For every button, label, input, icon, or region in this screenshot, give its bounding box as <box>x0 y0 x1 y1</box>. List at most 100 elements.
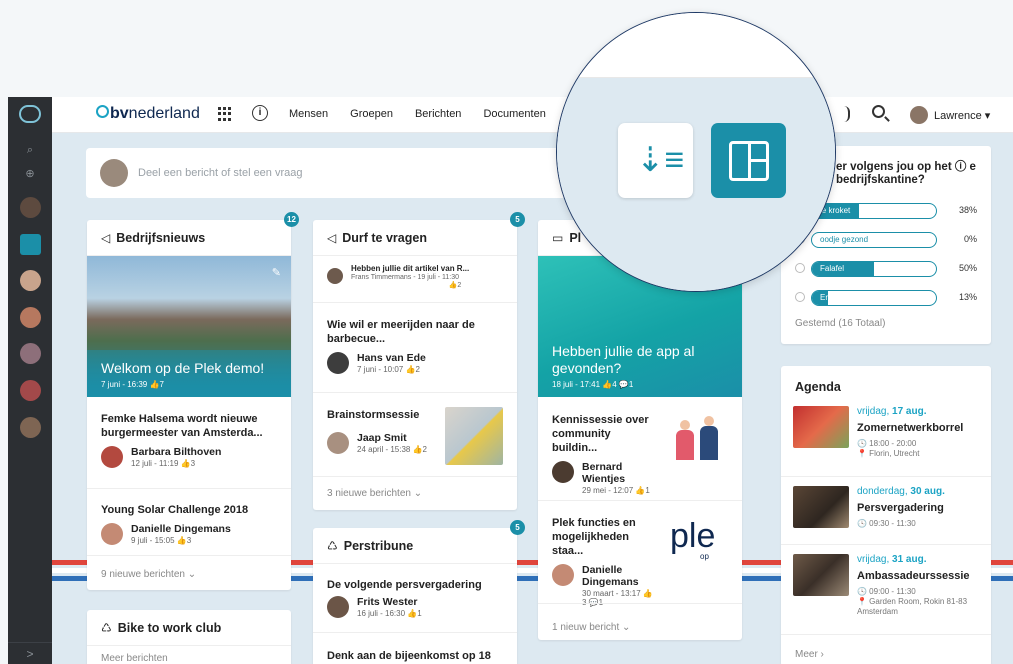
unread-badge: 5 <box>510 212 525 227</box>
author-name: Bernard Wientjes <box>582 461 626 485</box>
poll-radio[interactable] <box>795 292 805 302</box>
group-icon: ♺ <box>101 620 112 635</box>
list-item[interactable]: Kennissessie over community buildin... B… <box>538 413 668 495</box>
rail-avatar-6[interactable] <box>20 417 41 438</box>
main-content: Deel een bericht of stel een vraag 12 ◁ B… <box>52 133 1013 664</box>
like-count: 👍2 <box>448 282 462 289</box>
list-item[interactable]: Hebben jullie dit artikel van R... Frans… <box>313 264 517 289</box>
avatar <box>552 461 574 483</box>
hero-title: Welkom op de Plek demo! <box>101 360 265 376</box>
item-title: Hebben jullie dit artikel van R... <box>351 264 470 273</box>
card-header[interactable]: ♺ Perstribune <box>313 528 517 564</box>
rail-avatar-2[interactable] <box>20 270 41 291</box>
sort-order-button[interactable]: ⇣≡ <box>618 123 693 198</box>
hero-meta: 18 juli - 17:41 👍4 💬1 <box>552 380 634 389</box>
list-item[interactable]: Plek functies en mogelijkheden staa... D… <box>538 516 668 607</box>
add-icon[interactable]: ⊕ <box>22 167 38 181</box>
info-icon[interactable]: i <box>252 105 268 121</box>
event-title: Ambassadeurssessie <box>857 570 970 582</box>
avatar <box>101 446 123 468</box>
post-thumbnail[interactable] <box>445 407 503 465</box>
brand-mark-icon <box>96 104 109 118</box>
author-meta: 16 juli - 16:30 👍1 <box>357 609 422 618</box>
item-title: Kennissessie over community buildin... <box>552 414 649 454</box>
plek-logo-thumbnail[interactable]: ple op <box>670 516 736 564</box>
rail-group-icon[interactable] <box>20 234 41 255</box>
nav-groepen[interactable]: Groepen <box>350 108 393 120</box>
notification-icon[interactable] <box>842 106 850 122</box>
event-title: Persvergadering <box>857 502 944 514</box>
author-name: Barbara Bilthoven <box>131 446 222 458</box>
author-meta: 30 maart - 13:17 👍 3 💬1 <box>582 589 653 607</box>
news-card: 12 ◁ Bedrijfsnieuws Welkom op de Plek dem… <box>87 212 299 590</box>
user-menu[interactable]: Lawrence ▾ <box>910 106 990 124</box>
poll-percentage: 38% <box>958 205 977 215</box>
author-name: Jaap Smit <box>357 432 407 444</box>
apps-grid-icon[interactable] <box>218 107 232 121</box>
card-title: Bike to work club <box>117 620 222 635</box>
compose-box[interactable]: Deel een bericht of stel een vraag <box>86 148 606 198</box>
card-header[interactable]: ♺ Bike to work club <box>87 610 291 646</box>
top-nav-bar: bv nederland i Mensen Groepen Berichten D… <box>52 97 1013 133</box>
rail-avatar-1[interactable] <box>20 197 41 218</box>
event-date: vrijdag, 31 aug. <box>857 554 927 565</box>
agenda-card: Agenda vrijdag, 17 aug. Zomernetwerkborr… <box>781 366 991 664</box>
more-posts-link[interactable]: Meer berichten <box>101 653 168 664</box>
list-item[interactable]: De volgende persvergadering Frits Wester… <box>313 578 517 618</box>
author: Barbara Bilthoven 12 juli - 11:19 👍3 <box>101 446 277 468</box>
item-title: Denk aan de bijeenkomst op 18 <box>327 650 491 662</box>
list-item[interactable]: Wie wil er meerijden naar de barbecue...… <box>313 318 517 374</box>
author-meta: 24 april - 15:38 👍2 <box>357 445 427 454</box>
layout-toggle-button[interactable] <box>711 123 786 198</box>
nav-berichten[interactable]: Berichten <box>415 108 461 120</box>
search-icon[interactable] <box>872 105 885 118</box>
search-icon[interactable]: ⌕ <box>22 143 38 157</box>
rail-avatar-4[interactable] <box>20 343 41 364</box>
avatar <box>327 268 343 284</box>
author: Hans van Ede 7 juni - 10:07 👍2 <box>327 352 503 374</box>
list-item[interactable]: Young Solar Challenge 2018 Danielle Ding… <box>87 503 291 545</box>
list-item[interactable]: Denk aan de bijeenkomst op 18 <box>313 649 517 663</box>
card-header[interactable]: ◁ Durf te vragen <box>313 220 517 256</box>
divider <box>313 302 517 303</box>
card-title: Bedrijfsnieuws <box>116 230 206 245</box>
hero-title: Hebben jullie de app al gevonden? <box>552 343 695 376</box>
event-meta: 🕓 09:30 - 11:30 <box>857 519 916 528</box>
brand-logo[interactable]: bv nederland <box>96 104 200 123</box>
list-item[interactable]: Femke Halsema wordt nieuwe burgermeester… <box>87 412 291 468</box>
nav-mensen[interactable]: Mensen <box>289 108 328 120</box>
user-avatar <box>910 106 928 124</box>
divider <box>313 632 517 633</box>
author-meta: Frans Timmermans - 19 juli - 11:30 <box>351 274 460 281</box>
more-posts-link[interactable]: 3 nieuwe berichten ⌄ <box>327 488 422 499</box>
pin-icon[interactable]: ✎ <box>272 266 281 279</box>
agenda-item[interactable]: vrijdag, 31 aug. Ambassadeurssessie 🕓 09… <box>793 554 977 616</box>
author: Danielle Dingemans30 maart - 13:17 👍 3 💬… <box>552 564 654 607</box>
event-meta: 🕓 18:00 - 20:00 📍 Florin, Utrecht <box>857 439 920 458</box>
rail-avatar-3[interactable] <box>20 307 41 328</box>
logo-text: ple <box>670 517 716 555</box>
main-nav: Mensen Groepen Berichten Documenten Ag <box>289 108 581 120</box>
divider <box>781 544 991 545</box>
poll-vote-count: Gestemd (16 Totaal) <box>795 318 886 329</box>
bike-card: ♺ Bike to work club Meer berichten <box>87 610 291 664</box>
app-logo-icon[interactable] <box>19 105 41 123</box>
rail-avatar-5[interactable] <box>20 380 41 401</box>
expand-rail-button[interactable]: > <box>8 642 52 664</box>
hero-caption: Hebben jullie de app al gevonden? 18 jul… <box>538 333 742 397</box>
poll-option-label: Er mist helemaal niets! <box>820 293 901 302</box>
avatar <box>100 159 128 187</box>
more-events-link[interactable]: Meer › <box>795 649 824 660</box>
card-header[interactable]: ◁ Bedrijfsnieuws <box>87 220 291 256</box>
agenda-item[interactable]: donderdag, 30 aug. Persvergadering 🕓 09:… <box>793 486 977 548</box>
author-name: Danielle Dingemans <box>131 523 231 535</box>
divider <box>87 488 291 489</box>
magnified-background <box>557 78 835 291</box>
news-hero-image[interactable]: Welkom op de Plek demo! 7 juni - 16:39 👍… <box>87 256 291 397</box>
agenda-item[interactable]: vrijdag, 17 aug. Zomernetwerkborrel 🕓 18… <box>793 406 977 468</box>
more-posts-link[interactable]: 1 nieuw bericht ⌄ <box>552 622 630 633</box>
avatar <box>327 432 349 454</box>
more-posts-link[interactable]: 9 nieuwe berichten ⌄ <box>101 569 196 580</box>
event-image <box>793 554 849 596</box>
nav-documenten[interactable]: Documenten <box>483 108 545 120</box>
